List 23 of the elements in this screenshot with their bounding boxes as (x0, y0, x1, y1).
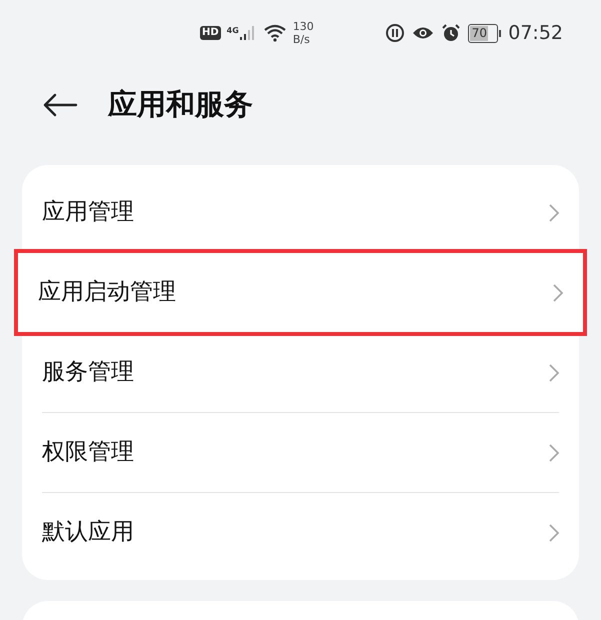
wifi-icon (262, 24, 287, 42)
back-icon[interactable] (42, 93, 78, 117)
network-label: 4G (226, 25, 239, 37)
settings-item[interactable]: 权限管理 (22, 413, 579, 492)
settings-item[interactable]: 应用管理 (22, 173, 579, 252)
chevron-icon (549, 522, 559, 542)
chevron-icon (549, 202, 559, 222)
eye-icon (412, 25, 434, 41)
settings-item[interactable]: 应用启动管理 (18, 253, 583, 332)
chevron-icon (553, 282, 563, 302)
data-saver-icon (385, 23, 406, 43)
battery-icon: 70 (468, 24, 502, 42)
clock-time: 07:52 (508, 20, 563, 46)
speed-value: 130 (292, 20, 314, 33)
chevron-icon (549, 362, 559, 382)
signal-icon (238, 25, 257, 41)
alarm-icon (441, 23, 462, 43)
chevron-icon (549, 442, 559, 462)
settings-item[interactable]: 服务管理 (22, 333, 579, 412)
page-title: 应用和服务 (108, 86, 253, 124)
speed-unit: B/s (292, 33, 311, 46)
hd-badge: HD (200, 26, 221, 40)
settings-item[interactable]: 默认应用 (22, 493, 579, 572)
